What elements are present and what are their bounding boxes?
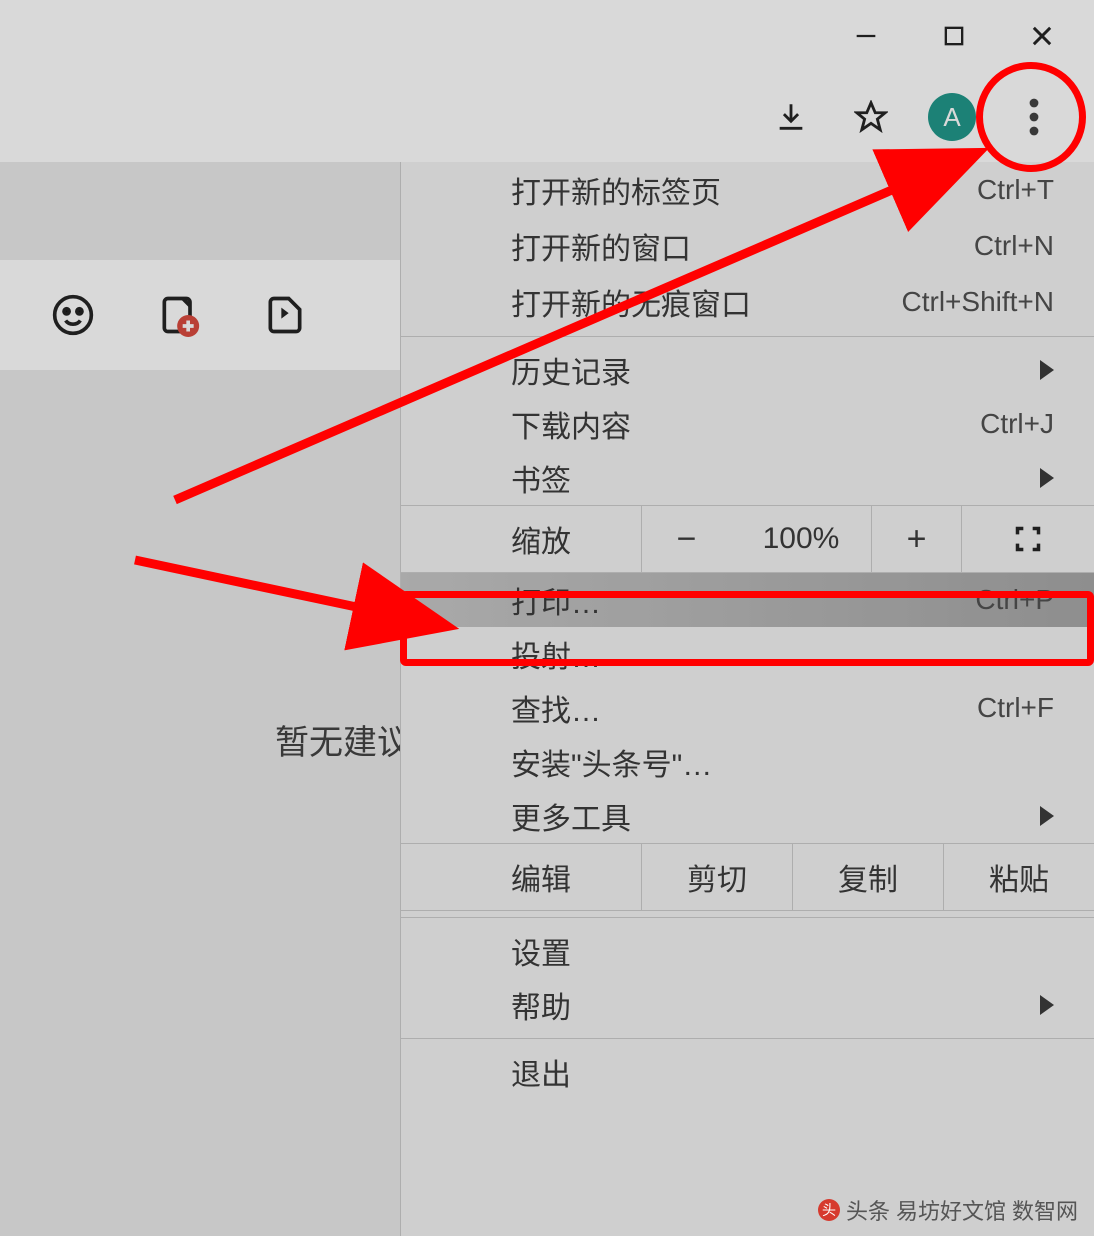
menu-label: 更多工具 [511, 794, 1054, 838]
add-file-icon[interactable] [156, 292, 202, 338]
menu-label: 帮助 [511, 983, 1054, 1027]
menu-new-incognito[interactable]: 打开新的无痕窗口 Ctrl+Shift+N [401, 274, 1094, 330]
menu-find[interactable]: 查找… Ctrl+F [401, 681, 1094, 735]
paste-button[interactable]: 粘贴 [943, 844, 1094, 910]
menu-downloads[interactable]: 下载内容 Ctrl+J [401, 397, 1094, 451]
no-suggestion-text: 暂无建议 [275, 715, 411, 764]
menu-shortcut: Ctrl+Shift+N [902, 286, 1055, 318]
menu-zoom-row: 缩放 − 100% + [401, 505, 1094, 573]
zoom-in-button[interactable]: + [871, 506, 961, 572]
menu-separator [401, 1038, 1094, 1039]
menu-label: 查找… [511, 686, 977, 730]
import-file-icon[interactable] [262, 292, 308, 338]
menu-bookmarks[interactable]: 书签 [401, 451, 1094, 505]
menu-label: 安装"头条号"… [511, 740, 1054, 784]
menu-new-tab[interactable]: 打开新的标签页 Ctrl+T [401, 162, 1094, 218]
menu-separator [401, 336, 1094, 337]
menu-history[interactable]: 历史记录 [401, 343, 1094, 397]
zoom-out-button[interactable]: − [641, 506, 731, 572]
menu-shortcut: Ctrl+P [975, 584, 1054, 616]
menu-help[interactable]: 帮助 [401, 978, 1094, 1032]
menu-cast[interactable]: 投射… [401, 627, 1094, 681]
copy-button[interactable]: 复制 [792, 844, 943, 910]
menu-label: 打开新的标签页 [511, 168, 977, 212]
fullscreen-icon [1014, 525, 1042, 553]
more-menu-button[interactable] [1010, 93, 1058, 141]
submenu-arrow-icon [1040, 468, 1054, 488]
menu-label: 打印… [511, 578, 975, 622]
browser-toolbar: A [0, 72, 1094, 162]
cut-button[interactable]: 剪切 [641, 844, 792, 910]
menu-label: 历史记录 [511, 348, 1054, 392]
submenu-arrow-icon [1040, 360, 1054, 380]
menu-separator [401, 917, 1094, 918]
window-titlebar [0, 0, 1094, 72]
maximize-button[interactable] [930, 12, 978, 60]
edit-label: 编辑 [511, 855, 641, 899]
menu-settings[interactable]: 设置 [401, 924, 1094, 978]
submenu-arrow-icon [1040, 995, 1054, 1015]
menu-label: 设置 [511, 929, 1054, 973]
menu-new-window[interactable]: 打开新的窗口 Ctrl+N [401, 218, 1094, 274]
page-editor-toolbar [0, 260, 400, 370]
menu-shortcut: Ctrl+T [977, 174, 1054, 206]
menu-print[interactable]: 打印… Ctrl+P [401, 573, 1094, 627]
submenu-arrow-icon [1040, 806, 1054, 826]
menu-exit[interactable]: 退出 [401, 1045, 1094, 1099]
menu-label: 打开新的无痕窗口 [511, 280, 902, 324]
close-button[interactable] [1018, 12, 1066, 60]
menu-edit-row: 编辑 剪切 复制 粘贴 [401, 843, 1094, 911]
minimize-button[interactable] [842, 12, 890, 60]
menu-shortcut: Ctrl+J [980, 408, 1054, 440]
chrome-main-menu: 打开新的标签页 Ctrl+T 打开新的窗口 Ctrl+N 打开新的无痕窗口 Ct… [400, 162, 1094, 1236]
menu-shortcut: Ctrl+N [974, 230, 1054, 262]
dots-vertical-icon [1010, 93, 1058, 141]
zoom-label: 缩放 [511, 517, 641, 561]
menu-label: 下载内容 [511, 402, 980, 446]
menu-more-tools[interactable]: 更多工具 [401, 789, 1094, 843]
profile-avatar[interactable]: A [928, 93, 976, 141]
download-icon[interactable] [768, 94, 814, 140]
menu-label: 退出 [511, 1050, 1054, 1094]
menu-label: 投射… [511, 632, 1054, 676]
menu-label: 书签 [511, 456, 1054, 500]
zoom-value: 100% [731, 506, 871, 572]
fullscreen-button[interactable] [961, 506, 1094, 572]
menu-label: 打开新的窗口 [511, 224, 974, 268]
menu-install-app[interactable]: 安装"头条号"… [401, 735, 1094, 789]
bookmark-star-icon[interactable] [848, 94, 894, 140]
emoji-icon[interactable] [50, 292, 96, 338]
avatar-letter: A [943, 102, 960, 133]
menu-shortcut: Ctrl+F [977, 692, 1054, 724]
